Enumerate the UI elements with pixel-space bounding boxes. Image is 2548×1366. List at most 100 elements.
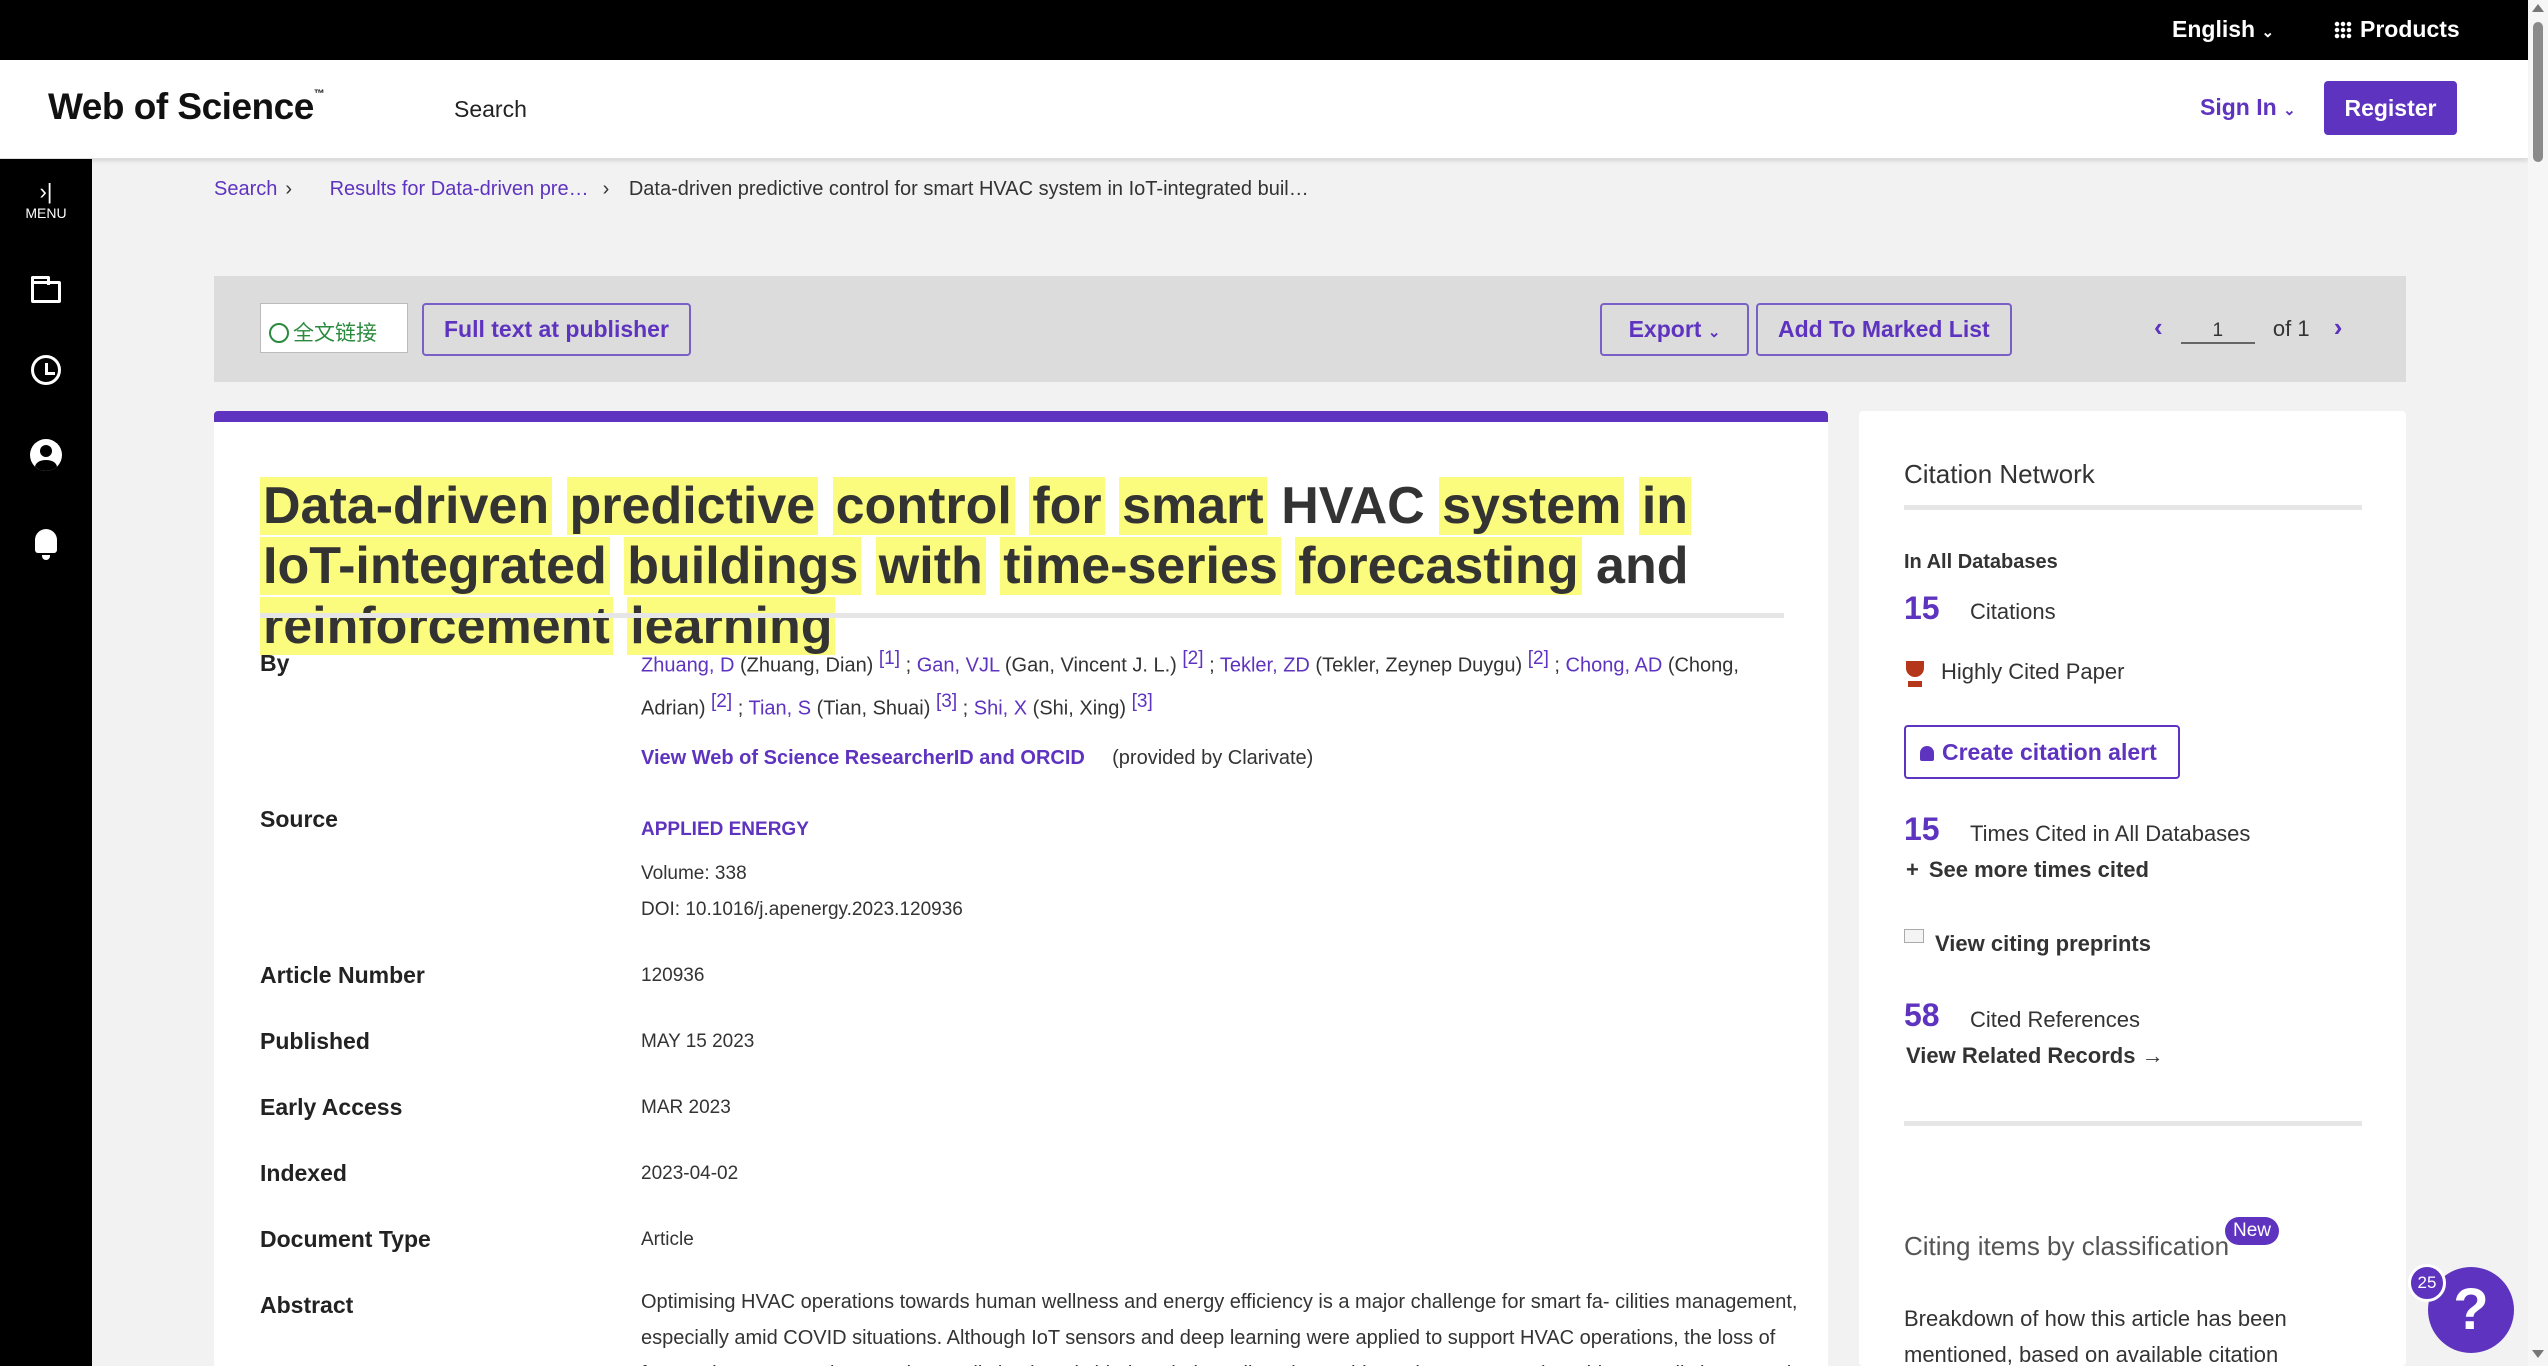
title-word: Data-driven	[260, 477, 553, 535]
fulltext-link-logo[interactable]: 全文链接	[260, 303, 408, 353]
author-affiliation-ref[interactable]: [2]	[1528, 648, 1549, 669]
times-cited-count[interactable]: 15	[1904, 811, 1940, 848]
history-nav[interactable]	[0, 355, 92, 385]
sign-in-label: Sign In	[2200, 94, 2277, 120]
author-separator: ;	[1548, 654, 1566, 677]
create-citation-alert-button[interactable]: Create citation alert	[1904, 725, 2180, 779]
record-toolbar: 全文链接 Full text at publisher Export ⌄ Add…	[214, 276, 2406, 382]
help-notification-count: 25	[2408, 1264, 2446, 1302]
citations-label: Citations	[1970, 599, 2056, 624]
logo-text: Web of Science	[48, 86, 314, 127]
view-related-records-link[interactable]: View Related Records →	[1906, 1043, 2164, 1069]
web-of-science-logo[interactable]: Web of Science™	[48, 86, 325, 128]
author-full-name: (Gan, Vincent J. L.)	[999, 654, 1183, 677]
see-more-label: See more times cited	[1928, 857, 2149, 882]
title-word: reinforcement	[260, 597, 613, 655]
early-access-date: MAR 2023	[641, 1097, 731, 1118]
chevron-right-icon: ›	[285, 178, 293, 200]
page-number-input[interactable]: 1	[2180, 320, 2255, 344]
panel-divider	[1904, 1121, 2362, 1126]
page-scrollbar[interactable]	[2528, 0, 2548, 1366]
bell-icon	[1920, 745, 1934, 761]
full-text-publisher-button[interactable]: Full text at publisher	[422, 303, 691, 356]
add-to-marked-list-button[interactable]: Add To Marked List	[1756, 303, 2012, 356]
label-by: By	[260, 650, 290, 676]
trophy-icon	[1902, 661, 1928, 689]
times-cited-label: Times Cited in All Databases	[1970, 821, 2251, 846]
scroll-up-icon[interactable]	[2532, 4, 2544, 12]
abstract-text: Optimising HVAC operations towards human…	[641, 1284, 1801, 1366]
record-card: Data-driven predictive control for smart…	[214, 411, 1828, 1366]
author-affiliation-ref[interactable]: [1]	[879, 648, 900, 669]
preprint-icon	[1904, 929, 1924, 943]
scroll-thumb[interactable]	[2533, 22, 2543, 162]
fulltext-logo-text: 全文链接	[293, 322, 377, 345]
author-affiliation-ref[interactable]: [2]	[1182, 648, 1203, 669]
breadcrumb-results[interactable]: Results for Data-driven pre…	[330, 178, 589, 200]
grid-icon	[2334, 21, 2352, 39]
trademark: ™	[313, 88, 325, 100]
citations-count[interactable]: 15	[1904, 590, 1940, 627]
products-label: Products	[2360, 16, 2460, 42]
language-selector[interactable]: English ⌄	[2172, 16, 2274, 43]
record-pager: ‹ 1 of 1 ›	[2154, 312, 2342, 344]
title-word: predictive	[566, 477, 819, 535]
profile-nav[interactable]	[0, 439, 92, 471]
cited-references-count[interactable]: 58	[1904, 997, 1940, 1034]
author-separator: ;	[957, 697, 974, 720]
menu-toggle[interactable]: ›| MENU	[0, 179, 92, 221]
description-line: mentioned, based on available citation	[1904, 1342, 2279, 1366]
author-full-name: (Shi, Xing)	[1027, 697, 1132, 720]
nav-search-link[interactable]: Search	[454, 96, 527, 123]
alerts-nav[interactable]	[0, 529, 92, 560]
author-affiliation-ref[interactable]: [2]	[711, 691, 732, 712]
title-word: system	[1439, 477, 1625, 535]
scroll-down-icon[interactable]	[2532, 1350, 2544, 1358]
provided-by: (provided by Clarivate)	[1112, 747, 1314, 769]
top-bar: English ⌄ Products	[0, 0, 2548, 60]
citation-network-panel: Citation Network In All Databases 15 Cit…	[1859, 411, 2406, 1366]
history-icon	[31, 355, 61, 385]
author-link[interactable]: Zhuang, D	[641, 655, 734, 677]
related-records-label: View Related Records	[1906, 1043, 2136, 1068]
previous-record-icon[interactable]: ‹	[2154, 312, 2163, 342]
title-word: IoT-integrated	[260, 537, 610, 595]
abstract-line: especially amid COVID situations. Althou…	[641, 1327, 1776, 1349]
label-article-number: Article Number	[260, 962, 425, 988]
label-published: Published	[260, 1028, 370, 1054]
author-affiliation-ref[interactable]: [3]	[936, 691, 957, 712]
register-button[interactable]: Register	[2324, 81, 2457, 135]
title-word: forecasting	[1295, 537, 1582, 595]
breadcrumb-search[interactable]: Search	[214, 178, 277, 200]
author-separator: ;	[900, 654, 917, 677]
author-link[interactable]: Chong, AD	[1566, 655, 1663, 677]
author-affiliation-ref[interactable]: [3]	[1132, 691, 1153, 712]
author-link[interactable]: Gan, VJL	[917, 655, 1000, 677]
sign-in-button[interactable]: Sign In ⌄	[2200, 94, 2296, 121]
author-link[interactable]: Shi, X	[974, 697, 1027, 719]
page-total: of 1	[2272, 316, 2310, 341]
products-menu[interactable]: Products	[2334, 16, 2460, 43]
expand-menu-icon: ›|	[39, 179, 53, 204]
published-date: MAY 15 2023	[641, 1031, 755, 1052]
in-all-databases-label: In All Databases	[1904, 551, 2058, 573]
label-document-type: Document Type	[260, 1226, 431, 1252]
left-sidebar: ›| MENU	[0, 159, 92, 1366]
breadcrumb: Search › Results for Data-driven pre… › Da…	[214, 178, 1309, 201]
title-divider	[260, 613, 1784, 618]
author-link[interactable]: Tekler, ZD	[1220, 655, 1310, 677]
link-logo-icon	[269, 323, 289, 343]
author-link[interactable]: Tian, S	[748, 697, 811, 719]
doi: DOI: 10.1016/j.apenergy.2023.120936	[641, 899, 963, 920]
title-word: and	[1596, 537, 1689, 595]
view-citing-preprints-link[interactable]: View citing preprints	[1935, 931, 2151, 957]
see-more-times-cited-link[interactable]: + See more times cited	[1906, 857, 2149, 883]
marked-list-nav[interactable]	[0, 276, 92, 303]
researcher-id-link[interactable]: View Web of Science ResearcherID and ORC…	[641, 747, 1085, 769]
title-word: with	[875, 537, 986, 595]
export-button[interactable]: Export ⌄	[1600, 303, 1749, 356]
next-record-icon[interactable]: ›	[2334, 312, 2343, 342]
source-journal-link[interactable]: APPLIED ENERGY	[641, 812, 809, 848]
title-word: for	[1029, 477, 1105, 535]
title-word: HVAC	[1281, 477, 1425, 535]
